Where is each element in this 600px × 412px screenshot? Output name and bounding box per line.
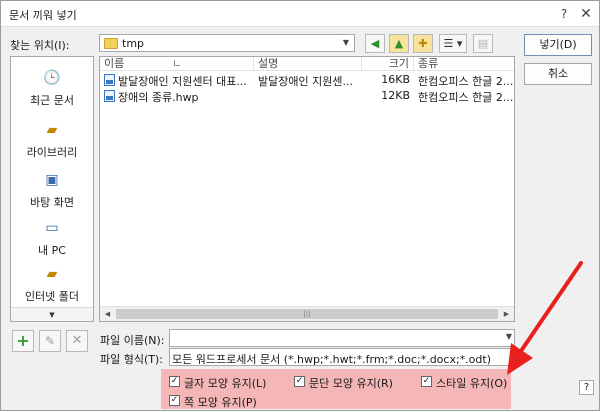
insert-document-dialog: 문서 끼워 넣기 ? ✕ 찾는 위치(I): tmp ▼ ◀ ▲ ✚ ☰ ▾ ▤… bbox=[0, 0, 600, 411]
annotation-arrow-icon bbox=[507, 261, 583, 375]
